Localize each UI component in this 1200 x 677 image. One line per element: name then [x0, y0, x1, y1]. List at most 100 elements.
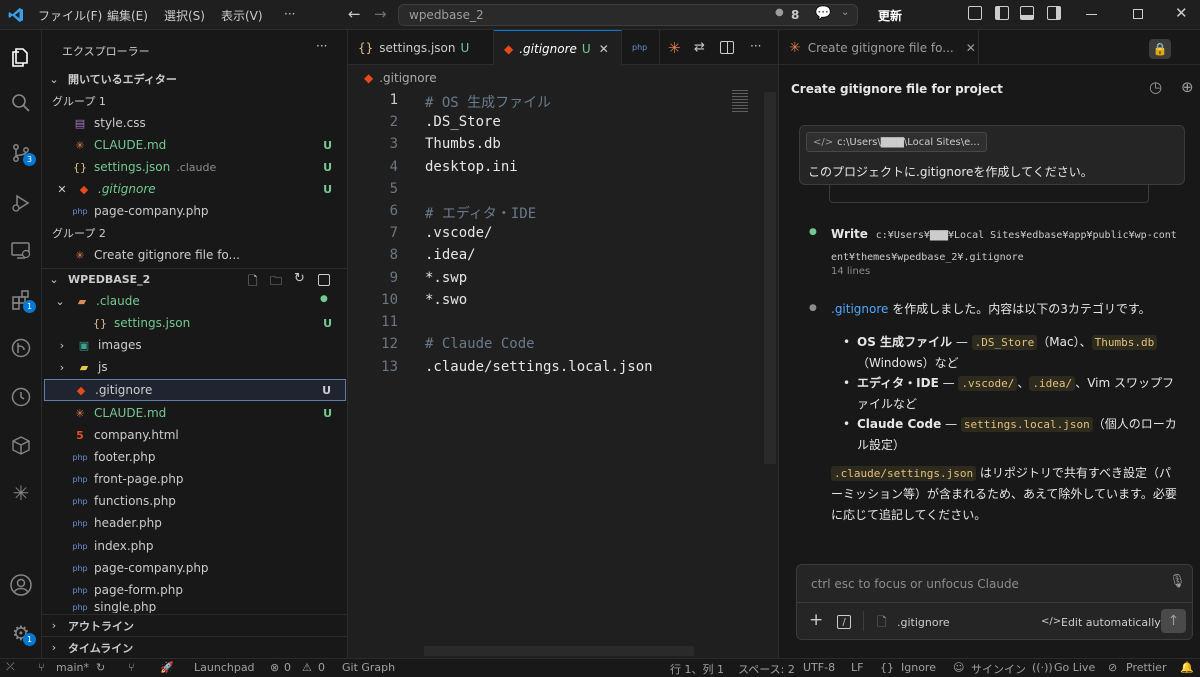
- source-control-icon[interactable]: 3: [6, 138, 36, 168]
- open-editor-item[interactable]: ✳ CLAUDE.md U: [42, 134, 348, 156]
- refresh-icon[interactable]: ↻: [294, 271, 305, 286]
- add-icon[interactable]: +: [809, 610, 823, 630]
- open-editor-item[interactable]: ▤ style.css: [42, 112, 348, 134]
- remote-explorer-icon[interactable]: [6, 235, 36, 265]
- encoding[interactable]: UTF-8: [803, 661, 835, 674]
- tree-file[interactable]: php index.php: [42, 535, 348, 557]
- git-graph-icon[interactable]: [6, 333, 36, 363]
- slash-command-icon[interactable]: /: [837, 615, 851, 629]
- account-icon[interactable]: [6, 570, 36, 600]
- warning-count[interactable]: 0: [318, 661, 325, 674]
- tab-php[interactable]: php: [622, 30, 660, 65]
- command-center[interactable]: wpedbase_2 ● 8 💬 ⌄: [398, 4, 858, 26]
- layout-icon[interactable]: [968, 6, 982, 20]
- attached-file[interactable]: .gitignore: [897, 616, 950, 629]
- tree-folder[interactable]: ⌄ ▰ .claude ●: [42, 290, 348, 312]
- lock-icon[interactable]: 🔒: [1149, 39, 1171, 59]
- new-chat-icon[interactable]: ⊕: [1181, 78, 1194, 96]
- explorer-icon[interactable]: [6, 42, 36, 72]
- title-bar: ファイル(F) 編集(E) 選択(S) 表示(V) ··· ← → wpedba…: [0, 0, 1200, 30]
- package-icon[interactable]: [6, 430, 36, 460]
- update-button[interactable]: 更新: [878, 7, 902, 24]
- compare-changes-icon[interactable]: ⇄: [694, 40, 705, 55]
- toggle-panel-icon[interactable]: [1020, 6, 1034, 20]
- tree-file[interactable]: php footer.php: [42, 446, 348, 468]
- context-chip[interactable]: </> c:\Users\▇▇▇\Local Sites\e...: [806, 132, 987, 152]
- tree-file[interactable]: php page-company.php: [42, 557, 348, 579]
- minimize-icon[interactable]: [1086, 14, 1097, 15]
- toggle-secondary-sidebar-icon[interactable]: [1047, 6, 1061, 20]
- outline-header[interactable]: › アウトライン: [42, 614, 348, 636]
- tree-folder[interactable]: › ▣ images: [42, 334, 348, 356]
- close-icon[interactable]: ✕: [599, 42, 609, 56]
- language-mode[interactable]: Ignore: [901, 661, 936, 674]
- open-editor-item[interactable]: {} settings.json .claude U: [42, 156, 348, 178]
- code-line: .DS_Store: [425, 114, 501, 130]
- more-actions-icon[interactable]: ···: [316, 39, 327, 53]
- launchpad-button[interactable]: Launchpad: [194, 661, 255, 674]
- go-live-button[interactable]: Go Live: [1054, 661, 1095, 674]
- tree-file[interactable]: php page-form.php: [42, 579, 348, 601]
- tab-claude-chat[interactable]: ✳ Create gitignore file fo... ✕: [779, 30, 979, 65]
- chevron-down-icon[interactable]: ⌄: [841, 7, 849, 18]
- run-debug-icon[interactable]: [6, 188, 36, 218]
- notifications-icon[interactable]: 🔔: [1180, 661, 1194, 674]
- menu-edit[interactable]: 編集(E): [107, 7, 148, 24]
- tree-file[interactable]: ✳ CLAUDE.md U: [42, 402, 348, 424]
- claude-icon[interactable]: ✳: [668, 39, 681, 57]
- maximize-icon[interactable]: [1133, 9, 1143, 19]
- open-editors-header[interactable]: ⌄ 開いているエディター: [42, 68, 348, 90]
- tree-file[interactable]: php front-page.php: [42, 468, 348, 490]
- tree-file[interactable]: php header.php: [42, 512, 348, 534]
- extensions-icon[interactable]: 1: [6, 285, 36, 315]
- line-ending[interactable]: LF: [851, 661, 863, 674]
- tab-gitignore[interactable]: ◆ .gitignore U ✕: [494, 30, 622, 66]
- tree-folder[interactable]: › ▰ js: [42, 356, 348, 378]
- toggle-sidebar-icon[interactable]: [995, 6, 1009, 20]
- claude-icon[interactable]: ✳: [6, 478, 36, 508]
- search-icon[interactable]: [6, 88, 36, 118]
- vertical-scrollbar[interactable]: [764, 92, 776, 464]
- close-icon[interactable]: ✕: [54, 181, 70, 197]
- chat-input[interactable]: ctrl esc to focus or unfocus Claude: [811, 577, 1019, 591]
- open-editor-item[interactable]: ✳ Create gitignore file fo...: [42, 244, 348, 266]
- history-icon[interactable]: [6, 382, 36, 412]
- timeline-header[interactable]: › タイムライン: [42, 636, 348, 658]
- tree-file-selected[interactable]: ◆ .gitignore U: [44, 379, 346, 401]
- send-button[interactable]: ↑: [1161, 609, 1186, 633]
- horizontal-scrollbar[interactable]: [424, 646, 694, 656]
- menu-more[interactable]: ···: [284, 7, 295, 21]
- tree-file[interactable]: php functions.php: [42, 490, 348, 512]
- branch-name[interactable]: main*: [56, 661, 89, 674]
- tree-file[interactable]: 5 company.html: [42, 424, 348, 446]
- microphone-icon[interactable]: 🎙: [1169, 574, 1186, 589]
- menu-selection[interactable]: 選択(S): [164, 7, 205, 24]
- close-icon[interactable]: ✕: [966, 41, 976, 55]
- collapse-all-icon[interactable]: [318, 274, 330, 286]
- menu-file[interactable]: ファイル(F): [38, 7, 102, 24]
- open-editor-item-active[interactable]: ✕ ◆ .gitignore U: [42, 178, 348, 200]
- error-count[interactable]: 0: [284, 661, 291, 674]
- back-icon[interactable]: ←: [348, 5, 361, 23]
- prettier-button[interactable]: Prettier: [1126, 661, 1166, 674]
- git-graph-button[interactable]: Git Graph: [342, 661, 395, 674]
- more-actions-icon[interactable]: ···: [750, 39, 761, 53]
- settings-gear-icon[interactable]: ⚙ 1: [6, 618, 36, 648]
- chat-icon[interactable]: 💬: [815, 6, 831, 21]
- menu-view[interactable]: 表示(V): [221, 7, 263, 24]
- tree-file[interactable]: {} settings.json U: [42, 312, 348, 334]
- minimap[interactable]: [732, 90, 748, 112]
- sync-icon[interactable]: ↻: [96, 661, 105, 674]
- project-header[interactable]: ⌄ WPEDBASE_2 🗋 🗀 ↻: [42, 268, 348, 290]
- file-link[interactable]: .gitignore: [831, 302, 888, 316]
- edit-mode-button[interactable]: Edit automatically: [1061, 616, 1161, 629]
- open-editor-item[interactable]: php page-company.php: [42, 200, 348, 222]
- history-icon[interactable]: ◷: [1149, 78, 1162, 96]
- remote-icon[interactable]: ⤫: [6, 660, 15, 674]
- breadcrumb[interactable]: ◆ .gitignore: [364, 71, 437, 85]
- forward-icon[interactable]: →: [374, 5, 387, 23]
- close-window-icon[interactable]: ✕: [1175, 4, 1188, 22]
- tab-settings-json[interactable]: {} settings.json U: [348, 30, 494, 65]
- tree-file[interactable]: php single.php: [42, 601, 348, 613]
- split-editor-icon[interactable]: [720, 41, 734, 54]
